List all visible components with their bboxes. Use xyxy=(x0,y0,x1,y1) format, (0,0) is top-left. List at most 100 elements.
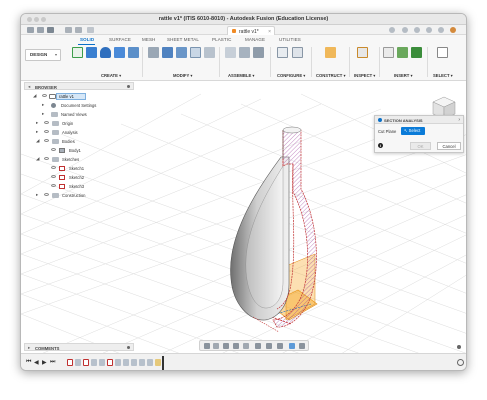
document-tab-close-icon[interactable]: × xyxy=(268,29,271,35)
revolve-icon[interactable] xyxy=(100,47,111,58)
measure-icon[interactable] xyxy=(357,47,368,58)
home-icon[interactable] xyxy=(87,27,94,33)
viewports-icon[interactable] xyxy=(277,343,283,349)
cut-plane-select-button[interactable]: ↖ Select xyxy=(401,127,425,135)
timeline-feature-item[interactable] xyxy=(99,359,105,366)
chevron-right-icon[interactable]: ▸ xyxy=(36,129,38,135)
workspace-switcher[interactable]: DESIGN ▾ xyxy=(25,49,61,61)
app-grid-icon[interactable] xyxy=(27,27,34,33)
group-assemble[interactable]: ASSEMBLE ▾ xyxy=(228,73,255,78)
group-inspect[interactable]: INSPECT ▾ xyxy=(354,73,375,78)
visibility-eye-icon[interactable] xyxy=(44,121,49,124)
visibility-eye-icon[interactable] xyxy=(51,148,56,151)
select-arrow-icon[interactable] xyxy=(437,47,448,58)
chevron-down-icon[interactable]: ◢ xyxy=(36,156,39,162)
chamfer-icon[interactable] xyxy=(176,47,187,58)
timeline-feature-item[interactable] xyxy=(131,359,137,366)
as-built-joint-icon[interactable] xyxy=(253,47,264,58)
tree-item-sketch1[interactable]: Sketch1 xyxy=(24,164,134,172)
info-icon[interactable]: i xyxy=(378,143,383,148)
pin-icon[interactable] xyxy=(127,85,130,88)
timeline-end-button[interactable]: ⏭ xyxy=(50,359,55,366)
timeline-feature-item[interactable] xyxy=(139,359,145,366)
tab-utilities[interactable]: UTILITIES xyxy=(279,37,301,42)
insert-derive-icon[interactable] xyxy=(383,47,394,58)
new-tab-icon[interactable] xyxy=(389,27,395,33)
fillet-icon[interactable] xyxy=(162,47,173,58)
tree-item-sketches[interactable]: ◢ Sketches xyxy=(24,155,134,163)
root-component-label[interactable]: rattle v1 xyxy=(56,92,86,100)
chevron-down-icon[interactable]: ◂ xyxy=(28,84,30,90)
pan-icon[interactable] xyxy=(223,343,229,349)
group-select[interactable]: SELECT ▾ xyxy=(433,73,453,78)
visibility-eye-icon[interactable] xyxy=(42,94,47,97)
combine-icon[interactable] xyxy=(204,47,215,58)
chevron-down-icon[interactable]: ◢ xyxy=(36,138,39,144)
chevron-right-icon[interactable]: ▸ xyxy=(36,120,38,126)
timeline-feature-item[interactable] xyxy=(115,359,121,366)
tree-item-bodies[interactable]: ◢ Bodies xyxy=(24,137,134,145)
undo-icon[interactable] xyxy=(65,27,72,33)
save-icon[interactable] xyxy=(47,27,54,33)
change-parameters-icon[interactable] xyxy=(292,47,303,58)
file-menu-icon[interactable] xyxy=(37,27,44,33)
group-insert[interactable]: INSERT ▾ xyxy=(394,73,413,78)
group-modify[interactable]: MODIFY ▾ xyxy=(173,73,192,78)
browser-header[interactable]: ◂ BROWSER xyxy=(24,82,134,90)
zoom-icon[interactable] xyxy=(233,343,239,349)
notifications-icon[interactable] xyxy=(426,27,432,33)
box-icon[interactable] xyxy=(128,47,139,58)
tree-item-document-settings[interactable]: ▸ Document Settings xyxy=(24,101,134,109)
timeline-feature-item[interactable] xyxy=(155,359,161,366)
visual-style-icon[interactable] xyxy=(299,343,305,349)
add-comment-icon[interactable] xyxy=(127,346,130,349)
visibility-eye-icon[interactable] xyxy=(51,175,56,178)
grid-settings-icon[interactable] xyxy=(266,343,272,349)
chevron-right-icon[interactable]: ▸ xyxy=(42,102,44,108)
tree-item-sketch3[interactable]: Sketch3 xyxy=(24,182,134,190)
insert-mesh-icon[interactable] xyxy=(397,47,408,58)
visibility-eye-icon[interactable] xyxy=(44,157,49,160)
offset-plane-icon[interactable] xyxy=(325,47,336,58)
user-avatar[interactable] xyxy=(450,27,456,33)
group-create[interactable]: CREATE ▾ xyxy=(101,73,121,78)
visibility-eye-icon[interactable] xyxy=(44,130,49,133)
visibility-eye-icon[interactable] xyxy=(44,139,49,142)
create-sketch-icon[interactable] xyxy=(72,47,83,58)
timeline-feature-item[interactable] xyxy=(147,359,153,366)
redo-icon[interactable] xyxy=(75,27,82,33)
ok-button[interactable]: OK xyxy=(410,142,431,150)
timeline-sketch-item[interactable] xyxy=(83,359,89,366)
chevron-right-icon[interactable]: ▸ xyxy=(28,345,30,351)
tree-root[interactable]: ◢ rattle v1 xyxy=(24,92,134,100)
tab-plastic[interactable]: PLASTIC xyxy=(212,37,231,42)
timeline-feature-item[interactable] xyxy=(123,359,129,366)
timeline-start-button[interactable]: ⏮ xyxy=(26,359,31,366)
look-at-icon[interactable] xyxy=(213,343,219,349)
timeline-sketch-item[interactable] xyxy=(67,359,73,366)
extensions-icon[interactable] xyxy=(402,27,408,33)
timeline-play-button[interactable]: ▶ xyxy=(42,359,47,366)
close-icon[interactable]: › xyxy=(458,117,460,123)
tree-item-origin[interactable]: ▸ Origin xyxy=(24,119,134,127)
display-settings-icon[interactable] xyxy=(255,343,261,349)
tab-surface[interactable]: SURFACE xyxy=(109,37,131,42)
tab-manage[interactable]: MANAGE xyxy=(245,37,265,42)
group-configure[interactable]: CONFIGURE ▾ xyxy=(277,73,305,78)
visibility-eye-icon[interactable] xyxy=(51,184,56,187)
dialog-header[interactable]: SECTION ANALYSIS › xyxy=(375,116,463,124)
tree-item-sketch2[interactable]: Sketch2 xyxy=(24,173,134,181)
extrude-icon[interactable] xyxy=(86,47,97,58)
new-component-icon[interactable] xyxy=(225,47,236,58)
timeline-back-button[interactable]: ◀ xyxy=(34,359,39,366)
press-pull-icon[interactable] xyxy=(148,47,159,58)
visibility-eye-icon[interactable] xyxy=(51,166,56,169)
chevron-right-icon[interactable]: ▸ xyxy=(36,192,38,198)
help-icon[interactable] xyxy=(438,27,444,33)
timeline-feature-item[interactable] xyxy=(75,359,81,366)
tree-item-named-views[interactable]: ▸ Named Views xyxy=(24,110,134,118)
hole-icon[interactable] xyxy=(114,47,125,58)
document-tab[interactable]: rattle v1* × xyxy=(227,26,275,35)
gear-icon[interactable] xyxy=(457,359,464,366)
tree-item-analysis[interactable]: ▸ Analysis xyxy=(24,128,134,136)
